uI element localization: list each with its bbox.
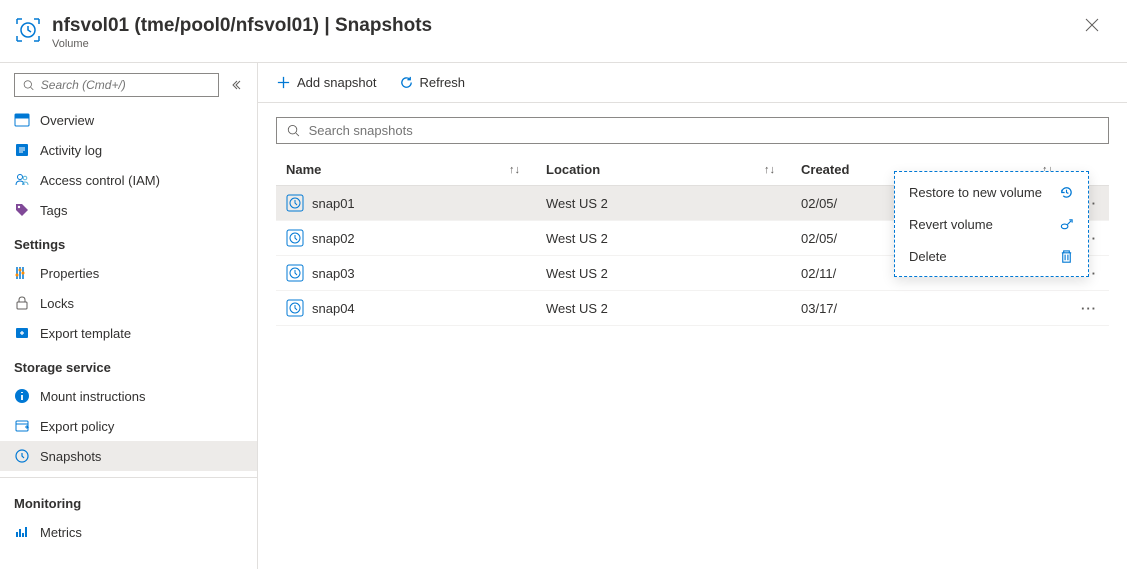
sidebar-item-locks[interactable]: Locks <box>0 288 257 318</box>
lock-icon <box>14 295 30 311</box>
snapshot-location: West US 2 <box>536 258 791 289</box>
context-delete[interactable]: Delete <box>895 240 1088 272</box>
sidebar-item-label: Mount instructions <box>40 389 146 404</box>
row-menu-button[interactable]: ··· <box>1081 301 1097 316</box>
sidebar-item-label: Properties <box>40 266 99 281</box>
activity-log-icon <box>14 142 30 158</box>
context-label: Restore to new volume <box>909 185 1042 200</box>
context-restore[interactable]: Restore to new volume <box>895 176 1088 208</box>
plus-icon <box>276 75 291 90</box>
snapshot-name: snap03 <box>312 266 355 281</box>
sidebar-item-properties[interactable]: Properties <box>0 258 257 288</box>
restore-icon <box>1058 184 1074 200</box>
sidebar-item-tags[interactable]: Tags <box>0 195 257 225</box>
column-name[interactable]: Name↑↓ <box>276 154 536 185</box>
toolbar-label: Refresh <box>420 75 466 90</box>
snapshot-location: West US 2 <box>536 223 791 254</box>
volume-clock-icon <box>14 16 42 44</box>
sidebar-item-label: Overview <box>40 113 94 128</box>
sidebar-section-monitoring: Monitoring <box>0 484 257 517</box>
column-location[interactable]: Location↑↓ <box>536 154 791 185</box>
export-template-icon <box>14 325 30 341</box>
close-button[interactable] <box>1077 14 1107 36</box>
overview-icon <box>14 112 30 128</box>
refresh-icon <box>399 75 414 90</box>
toolbar-label: Add snapshot <box>297 75 377 90</box>
sidebar-item-snapshots[interactable]: Snapshots <box>0 441 257 471</box>
search-snapshots-input[interactable] <box>309 123 1098 138</box>
delete-icon <box>1058 248 1074 264</box>
sidebar-item-export-template[interactable]: Export template <box>0 318 257 348</box>
context-label: Delete <box>909 249 947 264</box>
snapshot-icon <box>286 194 304 212</box>
page-subtitle: Volume <box>52 38 1077 50</box>
sidebar-search[interactable] <box>14 73 219 97</box>
snapshot-location: West US 2 <box>536 188 791 219</box>
sidebar-search-input[interactable] <box>41 78 210 92</box>
snapshot-name: snap04 <box>312 301 355 316</box>
sidebar-item-mount[interactable]: Mount instructions <box>0 381 257 411</box>
main-content: Add snapshot Refresh Name↑↓ Location↑↓ C… <box>258 63 1127 569</box>
snapshot-name: snap02 <box>312 231 355 246</box>
snapshot-icon <box>286 264 304 282</box>
add-snapshot-button[interactable]: Add snapshot <box>276 75 377 90</box>
sidebar-item-metrics[interactable]: Metrics <box>0 517 257 547</box>
header-text: nfsvol01 (tme/pool0/nfsvol01) | Snapshot… <box>52 14 1077 50</box>
snapshot-name: snap01 <box>312 196 355 211</box>
snapshot-location: West US 2 <box>536 293 791 324</box>
context-label: Revert volume <box>909 217 993 232</box>
sort-icon: ↑↓ <box>764 164 781 176</box>
context-menu: Restore to new volume Revert volume Dele… <box>894 171 1089 277</box>
sidebar-item-overview[interactable]: Overview <box>0 105 257 135</box>
sort-icon: ↑↓ <box>509 164 526 176</box>
snapshot-icon <box>14 448 30 464</box>
sidebar-item-label: Snapshots <box>40 449 101 464</box>
info-icon <box>14 388 30 404</box>
sidebar-item-label: Tags <box>40 203 67 218</box>
collapse-sidebar-icon[interactable] <box>227 78 245 92</box>
sidebar-item-access[interactable]: Access control (IAM) <box>0 165 257 195</box>
export-policy-icon <box>14 418 30 434</box>
snapshot-created: 03/17/ <box>791 293 1069 324</box>
sidebar-section-storage: Storage service <box>0 348 257 381</box>
access-control-icon <box>14 172 30 188</box>
search-snapshots[interactable] <box>276 117 1109 144</box>
sidebar-item-label: Export template <box>40 326 131 341</box>
sidebar-item-label: Metrics <box>40 525 82 540</box>
sidebar: Overview Activity log Access control (IA… <box>0 63 258 569</box>
metrics-icon <box>14 524 30 540</box>
toolbar: Add snapshot Refresh <box>258 63 1127 103</box>
sidebar-section-settings: Settings <box>0 225 257 258</box>
snapshot-icon <box>286 229 304 247</box>
sidebar-item-label: Access control (IAM) <box>40 173 160 188</box>
tags-icon <box>14 202 30 218</box>
sidebar-item-activity[interactable]: Activity log <box>0 135 257 165</box>
snapshot-icon <box>286 299 304 317</box>
page-title: nfsvol01 (tme/pool0/nfsvol01) | Snapshot… <box>52 14 1077 38</box>
sidebar-item-export-policy[interactable]: Export policy <box>0 411 257 441</box>
context-revert[interactable]: Revert volume <box>895 208 1088 240</box>
properties-icon <box>14 265 30 281</box>
sidebar-item-label: Export policy <box>40 419 114 434</box>
sidebar-item-label: Activity log <box>40 143 102 158</box>
revert-icon <box>1058 216 1074 232</box>
table-row[interactable]: snap04 West US 2 03/17/ ··· <box>276 291 1109 326</box>
refresh-button[interactable]: Refresh <box>399 75 466 90</box>
sidebar-item-label: Locks <box>40 296 74 311</box>
header: nfsvol01 (tme/pool0/nfsvol01) | Snapshot… <box>0 0 1127 63</box>
